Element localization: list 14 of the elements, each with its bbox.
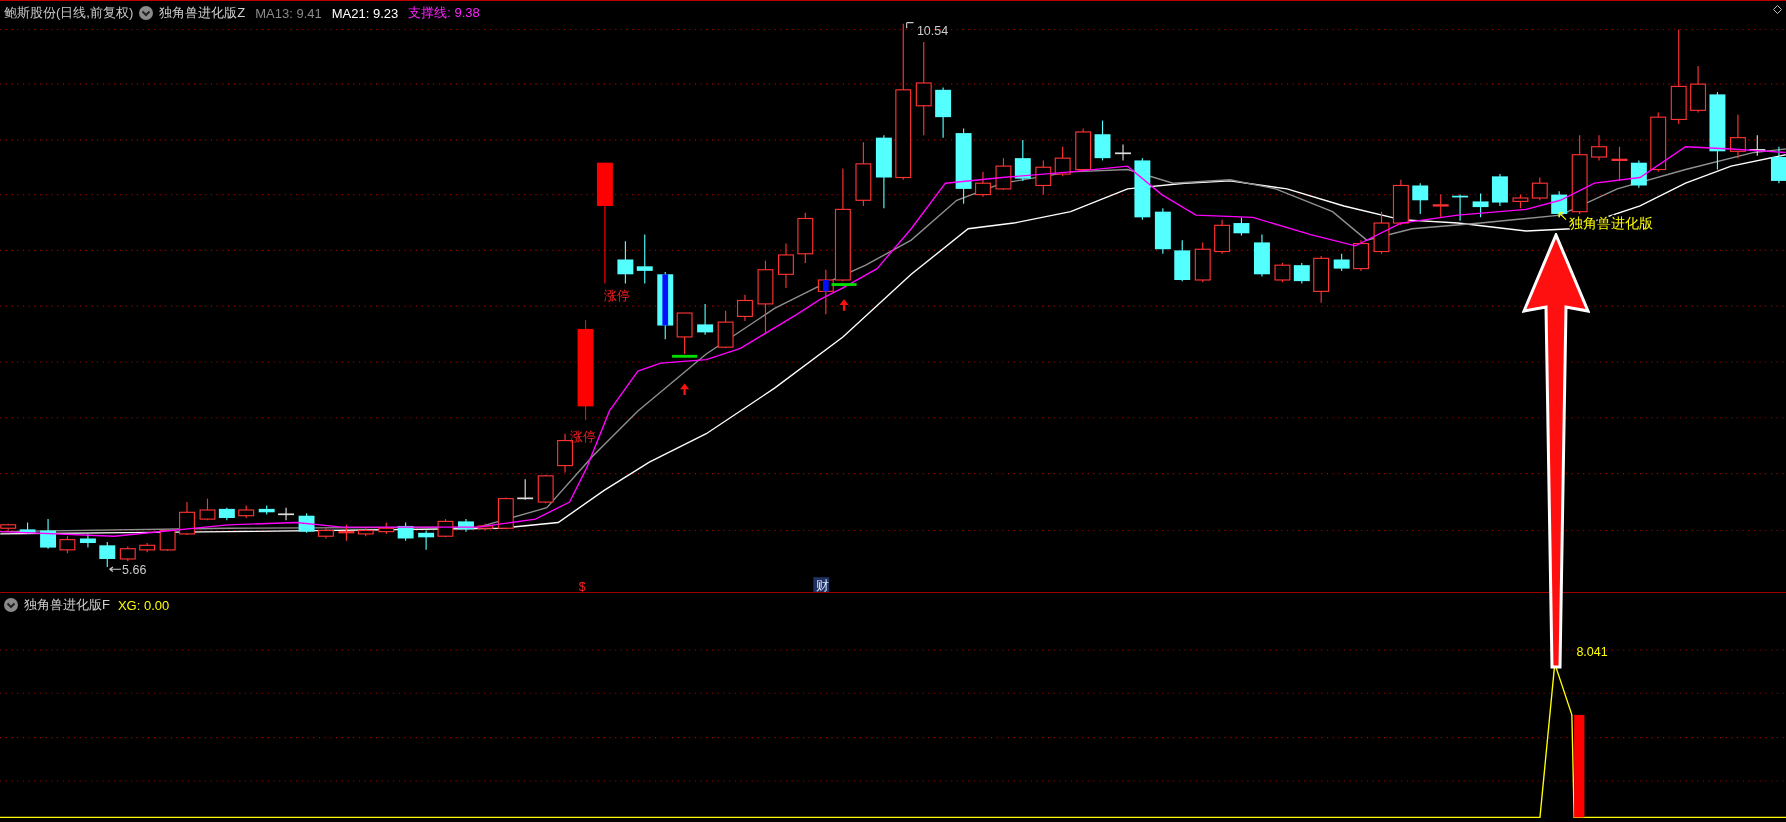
- peak-value-label: 8.041: [1576, 644, 1608, 659]
- limit-up-label: 涨停: [603, 289, 630, 304]
- event-marker: 财: [815, 578, 829, 592]
- stock-title: 鲍斯股份(日线,前复权): [4, 4, 134, 22]
- support-value: 支撑线: 9.38: [408, 4, 480, 22]
- low-price-label: 5.66: [122, 562, 147, 577]
- indicator-name: 独角兽进化版Z: [159, 4, 246, 22]
- event-marker: $: [578, 579, 586, 592]
- limit-up-label: 涨停: [569, 429, 596, 444]
- ma13-value: MA13: 9.41: [255, 5, 322, 21]
- ma21-value: MA21: 9.23: [331, 5, 399, 21]
- high-price-label: 10.54: [916, 24, 949, 39]
- xg-value: XG: 0.00: [117, 597, 170, 613]
- indicator-name: 独角兽进化版F: [24, 596, 110, 614]
